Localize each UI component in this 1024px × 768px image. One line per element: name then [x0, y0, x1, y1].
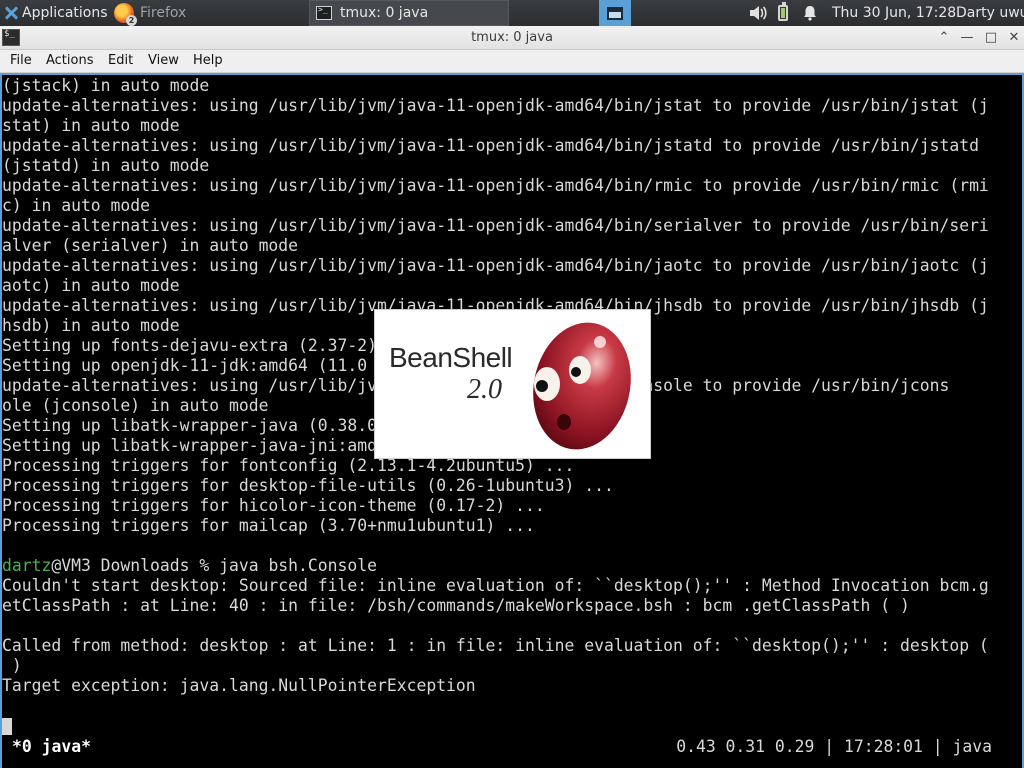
- terminal-line: update-alternatives: using /usr/lib/jvm/…: [2, 136, 979, 155]
- prompt-user: dartz: [2, 556, 52, 575]
- prompt-line: dartz@VM3 Downloads % java bsh.Console: [2, 556, 1022, 576]
- xfce-logo-icon: [2, 4, 20, 22]
- terminal-line: etClassPath : at Line: 40 : in file: /bs…: [2, 596, 910, 615]
- window-title: tmux: 0 java: [471, 30, 553, 45]
- taskbar-item-firefox[interactable]: 2 Firefox: [110, 0, 306, 26]
- applications-menu-button[interactable]: Applications: [0, 0, 108, 26]
- terminal-line: aotc) in auto mode: [2, 276, 180, 295]
- close-button[interactable]: ✕: [1005, 29, 1023, 47]
- terminal-line: Called from method: desktop : at Line: 1…: [2, 636, 989, 655]
- firefox-icon: 2: [114, 3, 137, 26]
- minimize-button[interactable]: —: [958, 29, 976, 47]
- battery-icon[interactable]: [778, 0, 792, 26]
- workspace-icon: [607, 6, 623, 20]
- terminal-line: update-alternatives: using /usr/lib/jvm/…: [2, 256, 989, 275]
- terminal-line: alver (serialver) in auto mode: [2, 236, 299, 255]
- terminal-line: Processing triggers for mailcap (3.70+nm…: [2, 516, 535, 535]
- window-titlebar[interactable]: tmux: 0 java ⌃ — □ ✕: [0, 26, 1024, 50]
- tmux-status-info: 0.43 0.31 0.29 | 17:28:01 | java: [676, 737, 992, 756]
- prompt-command: @VM3 Downloads % java bsh.Console: [51, 556, 377, 575]
- top-panel: Applications 2 Firefox tmux: 0 java Thu …: [0, 0, 1024, 26]
- terminal-line: update-alternatives: using /usr/lib/jvm/…: [2, 216, 989, 235]
- terminal-line: Processing triggers for fontconfig (2.13…: [2, 456, 575, 475]
- taskbar-item-label: Firefox: [140, 5, 187, 21]
- terminal-line: ): [2, 656, 22, 675]
- cursor-line: [2, 716, 1022, 736]
- menu-view[interactable]: View: [148, 53, 179, 68]
- bean-mascot-icon: [533, 322, 631, 450]
- terminal-line: stat) in auto mode: [2, 116, 180, 135]
- taskbar-item-tmux[interactable]: tmux: 0 java: [309, 0, 509, 26]
- terminal-line: c) in auto mode: [2, 196, 151, 215]
- volume-icon[interactable]: [748, 0, 770, 26]
- terminal-line: Couldn't start desktop: Sourced file: in…: [2, 576, 989, 595]
- notification-bell-icon[interactable]: [802, 0, 820, 26]
- menu-actions[interactable]: Actions: [46, 53, 94, 68]
- menu-bar: File Actions Edit View Help: [0, 50, 1024, 73]
- terminal-icon: [316, 5, 332, 20]
- menu-file[interactable]: File: [10, 53, 32, 68]
- maximize-button[interactable]: □: [982, 29, 1000, 47]
- terminal-line: (jstack) in auto mode: [2, 76, 210, 95]
- terminal-line: (jstatd) in auto mode: [2, 156, 210, 175]
- terminal-line: update-alternatives: using /usr/lib/jvm/…: [2, 96, 989, 115]
- terminal-line: Processing triggers for desktop-file-uti…: [2, 476, 614, 495]
- splash-version: 2.0: [467, 374, 502, 405]
- applications-label: Applications: [22, 5, 108, 21]
- tmux-window-label[interactable]: *0 java*: [12, 737, 91, 756]
- taskbar-item-label: tmux: 0 java: [340, 5, 429, 21]
- shade-button[interactable]: ⌃: [935, 29, 953, 47]
- user-menu[interactable]: Darty uwu: [956, 0, 1024, 26]
- menu-edit[interactable]: Edit: [108, 53, 133, 68]
- clock[interactable]: Thu 30 Jun, 17:28: [832, 0, 956, 26]
- terminal-line: Processing triggers for hicolor-icon-the…: [2, 496, 545, 515]
- workspace-switcher[interactable]: [599, 0, 631, 26]
- text-cursor: [2, 718, 12, 735]
- beanshell-splash: BeanShell 2.0: [375, 310, 650, 458]
- tmux-status-bar: *0 java* 0.43 0.31 0.29 | 17:28:01 | jav…: [2, 736, 1022, 758]
- menu-help[interactable]: Help: [193, 53, 223, 68]
- splash-title: BeanShell: [389, 342, 513, 373]
- terminal-line: update-alternatives: using /usr/lib/jvm/…: [2, 176, 989, 195]
- window-count-badge: 2: [126, 15, 137, 26]
- terminal-line: Target exception: java.lang.NullPointerE…: [2, 676, 476, 695]
